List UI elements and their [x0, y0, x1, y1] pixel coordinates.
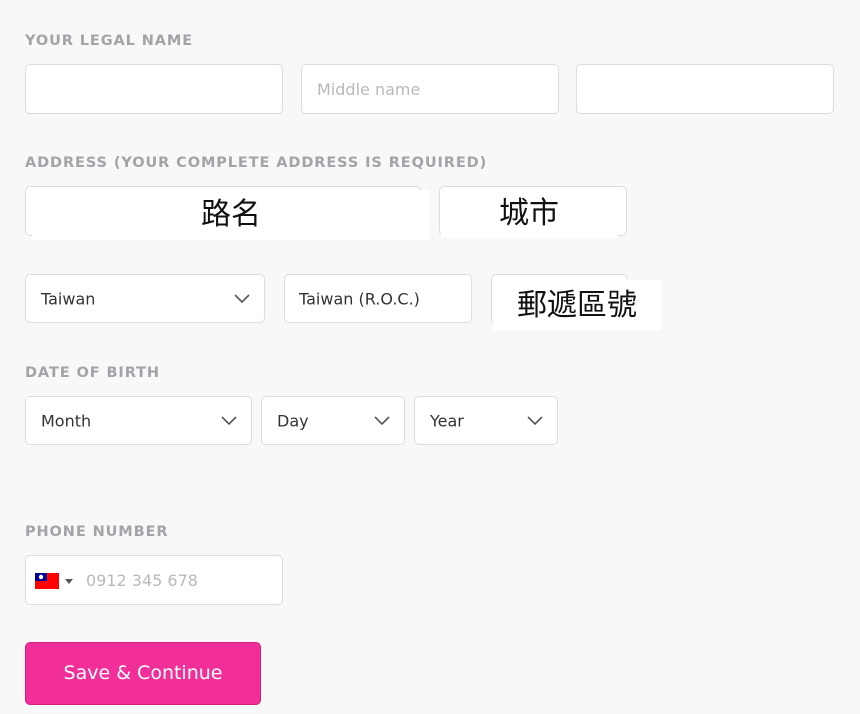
chevron-down-icon	[374, 415, 390, 425]
taiwan-flag-icon	[35, 573, 59, 589]
chevron-down-icon	[527, 415, 543, 425]
chevron-down-icon	[234, 293, 250, 303]
phone-field[interactable]	[25, 555, 283, 605]
year-select-value: Year	[430, 411, 464, 430]
year-select[interactable]: Year	[414, 396, 558, 445]
month-select[interactable]: Month	[25, 396, 252, 445]
phone-input[interactable]	[82, 556, 282, 604]
address-label: ADDRESS (YOUR COMPLETE ADDRESS IS REQUIR…	[25, 155, 488, 171]
country-select-value: Taiwan	[41, 289, 96, 308]
first-name-field[interactable]	[25, 64, 283, 114]
first-name-input[interactable]	[26, 65, 282, 113]
country-code-picker[interactable]	[35, 573, 75, 589]
country-select[interactable]: Taiwan	[25, 274, 265, 323]
last-name-input[interactable]	[577, 65, 833, 113]
caret-down-icon	[65, 579, 73, 584]
dob-label: DATE OF BIRTH	[25, 365, 160, 381]
city-overlay-label: 城市	[441, 190, 617, 238]
middle-name-field[interactable]	[301, 64, 559, 114]
middle-name-input[interactable]	[302, 65, 558, 113]
chevron-down-icon	[221, 415, 237, 425]
day-select[interactable]: Day	[261, 396, 405, 445]
legal-name-label: YOUR LEGAL NAME	[25, 33, 194, 49]
day-select-value: Day	[277, 411, 309, 430]
postal-code-overlay-label: 郵遞區號	[493, 280, 661, 330]
last-name-field[interactable]	[576, 64, 834, 114]
month-select-value: Month	[41, 411, 92, 430]
state-field[interactable]: Taiwan (R.O.C.)	[284, 274, 472, 323]
save-continue-button[interactable]: Save & Continue	[25, 642, 261, 705]
state-field-value: Taiwan (R.O.C.)	[299, 289, 420, 308]
street-overlay-label: 路名	[32, 190, 430, 240]
phone-label: PHONE NUMBER	[25, 524, 169, 540]
